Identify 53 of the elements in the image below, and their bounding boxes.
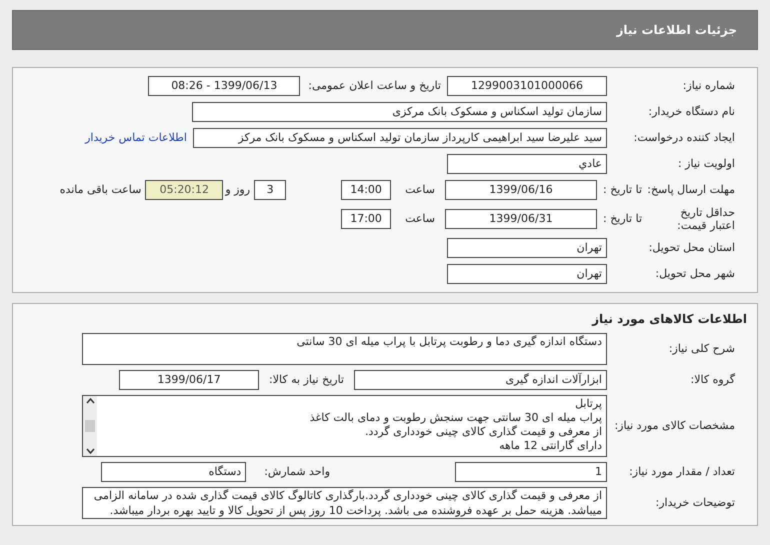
field-label: استان محل تحویل: (648, 240, 735, 256)
field-label: اولویت نیاز : (678, 156, 735, 172)
page-title: جزئیات اطلاعات نیاز (616, 22, 737, 39)
input-field[interactable]: عادي (447, 154, 607, 174)
field-label: مشخصات کالای مورد نیاز: (614, 418, 735, 434)
text-area[interactable]: پرتابل پراب میله ای 30 سانتی جهت سنجش رطوبت و دمای بالت کاغذ از معرفی و قیمت گذاری کالای چینی خودداری گردد. دارای گارانتی 12 ماهه (82, 395, 607, 457)
field-label: روز و (225, 182, 250, 198)
input-field[interactable]: تهران (447, 238, 607, 258)
text-line: پرتابل (574, 397, 602, 411)
field-label: تاریخ نیاز به کالا: (269, 372, 344, 388)
field-label: شرح کلی نیاز: (668, 340, 735, 357)
text-line: از معرفی و قیمت گذاری کالای چینی خودداری گردد. (364, 425, 602, 439)
field-label: حداقل تاریخ اعتبار قیمت: (676, 206, 735, 232)
input-field[interactable]: 3 (254, 180, 286, 200)
scroll-thumb[interactable] (85, 420, 95, 432)
field-label: ساعت (405, 210, 435, 227)
input-field[interactable]: 1399/06/17 (119, 370, 260, 390)
field-label: شماره نیاز: (682, 78, 735, 94)
input-field[interactable]: 14:00 (341, 180, 392, 200)
section-title: اطلاعات کالاهای مورد نیاز (590, 311, 748, 328)
field-label: ایجاد کننده درخواست: (634, 130, 735, 146)
field-label: مهلت ارسال پاسخ: (647, 182, 735, 198)
scrollbar[interactable] (83, 396, 97, 456)
field-label: گروه کالا: (690, 372, 735, 388)
field-label: ساعت (405, 182, 435, 198)
input-field[interactable]: 05:20:12 (145, 180, 224, 200)
text-line: پراب میله ای 30 سانتی جهت سنجش رطوبت و دمای بالت کاغذ (308, 411, 602, 425)
input-field[interactable]: 1299003101000066 (447, 76, 607, 96)
contact-link[interactable]: اطلاعات تماس خریدار (85, 130, 187, 146)
scroll-up-icon[interactable] (86, 398, 94, 404)
field-label: واحد شمارش: (264, 464, 330, 480)
field-label: تا تاریخ : (603, 210, 642, 227)
input-field[interactable]: ابزارآلات اندازه گیری (354, 370, 607, 390)
input-field[interactable]: 1399/06/16 (445, 180, 597, 200)
field-label: نام دستگاه خریدار: (648, 104, 735, 120)
input-field[interactable]: دستگاه (101, 462, 246, 482)
field-label: تاریخ و ساعت اعلان عمومی: (308, 78, 441, 94)
field-label: ساعت باقی مانده (60, 182, 142, 198)
input-field[interactable]: 1 (455, 462, 607, 482)
field-label: تا تاریخ : (603, 182, 642, 198)
field-label: تعداد / مقدار مورد نیاز: (629, 464, 735, 480)
scroll-down-icon[interactable] (86, 448, 94, 454)
text-box[interactable]: از معرفی و قیمت گذاری کالای چینی خودداری گردد.بارگذاری کاتالوگ کالای قیمت گذاری شده در سامانه الزامی میباشد. هزینه حمل بر عهده فروشنده می باشد. پرداخت 10 روز پس از تحویل کالا و تایید بهره بردار میباشد. (82, 487, 607, 519)
text-line: دارای گارانتی 12 ماهه (498, 439, 602, 453)
input-field[interactable]: 17:00 (341, 209, 392, 229)
input-field[interactable]: سازمان تولید اسکناس و مسکوک بانک مرکزی (192, 102, 607, 122)
input-field[interactable]: تهران (447, 264, 607, 284)
field-label: شهر محل تحویل: (655, 266, 735, 282)
input-field[interactable]: 1399/06/13 - 08:26 (148, 76, 300, 96)
input-field[interactable]: 1399/06/31 (445, 209, 597, 229)
text-box[interactable]: دستگاه اندازه گیری دما و رطوبت پرتابل با پراب میله ای 30 سانتی (82, 333, 607, 365)
field-label: توضیحات خریدار: (656, 494, 735, 511)
input-field[interactable]: سید علیرضا سید ابراهیمی کارپرداز سازمان تولید اسکناس و مسکوک بانک مرکز (193, 128, 607, 148)
